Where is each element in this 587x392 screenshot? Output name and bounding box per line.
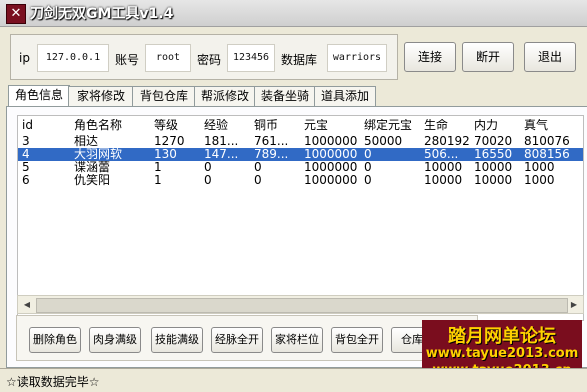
col-hp: 生命	[424, 119, 449, 132]
scroll-right-icon[interactable]: ▶	[567, 298, 581, 311]
account-field[interactable]: root	[145, 44, 191, 72]
col-mp: 内力	[474, 119, 499, 132]
skill-max-level-button[interactable]: 技能满级	[151, 327, 203, 353]
col-exp: 经验	[204, 119, 229, 132]
table-row[interactable]: 6 仇笑阳 1 0 0 1000000 0 10000 10000 1000	[18, 174, 583, 187]
connect-button[interactable]: 连接	[404, 42, 456, 72]
bag-open-button[interactable]: 背包全开	[331, 327, 383, 353]
col-level: 等级	[154, 119, 179, 132]
password-label: 密码	[197, 53, 222, 67]
col-name: 角色名称	[74, 119, 123, 132]
col-qi: 真气	[524, 119, 549, 132]
status-bar: ☆读取数据完毕☆	[0, 368, 587, 392]
title-bar: ✕ 刀剑无双GM工具v1.4	[0, 0, 587, 27]
status-text: ☆读取数据完毕☆	[6, 375, 100, 389]
exit-button[interactable]: 退出	[524, 42, 576, 72]
watermark-title: 踏月网单论坛	[448, 326, 556, 347]
table-row-selected[interactable]: 4 大羽网软 130 147... 789... 1000000 0 506..…	[18, 148, 583, 161]
tab-guild-edit[interactable]: 帮派修改	[194, 86, 256, 106]
password-field[interactable]: 123456	[227, 44, 275, 72]
disconnect-button[interactable]: 断开	[462, 42, 514, 72]
col-copper: 铜币	[254, 119, 279, 132]
database-field[interactable]: warriors	[327, 44, 387, 72]
scroll-left-icon[interactable]: ◀	[20, 298, 34, 311]
body-max-level-button[interactable]: 肉身满级	[89, 327, 141, 353]
col-id: id	[22, 119, 33, 132]
character-table[interactable]: id 角色名称 等级 经验 铜币 元宝 绑定元宝 生命 内力 真气 3 相达 1…	[17, 115, 584, 321]
action-panel: 删除角色 肉身满级 技能满级 经脉全开 家将栏位 背包全开 仓库	[16, 315, 478, 361]
table-row[interactable]: 3 相达 1270 181... 761... 1000000 50000 28…	[18, 135, 583, 148]
tab-retainer-edit[interactable]: 家将修改	[68, 86, 134, 106]
app-icon: ✕	[6, 4, 26, 24]
tab-item-add[interactable]: 道具添加	[314, 86, 376, 106]
meridian-open-button[interactable]: 经脉全开	[211, 327, 263, 353]
col-bound-ingot: 绑定元宝	[364, 119, 413, 132]
delete-character-button[interactable]: 删除角色	[29, 327, 81, 353]
col-ingot: 元宝	[304, 119, 329, 132]
database-label: 数据库	[281, 53, 318, 67]
horizontal-scrollbar[interactable]: ◀ ▶	[17, 295, 584, 314]
scrollbar-thumb[interactable]	[36, 298, 568, 313]
tab-bag-warehouse[interactable]: 背包仓库	[132, 86, 196, 106]
window-title: 刀剑无双GM工具v1.4	[30, 6, 174, 22]
ip-label: ip	[19, 51, 30, 65]
retainer-slot-button[interactable]: 家将栏位	[271, 327, 323, 353]
ip-field[interactable]: 127.0.0.1	[37, 44, 109, 72]
tab-equipment-mount[interactable]: 装备坐骑	[254, 86, 316, 106]
connection-panel: ip 127.0.0.1 账号 root 密码 123456 数据库 warri…	[10, 34, 398, 80]
table-row[interactable]: 5 谍涵蕾 1 0 0 1000000 0 10000 10000 1000	[18, 161, 583, 174]
account-label: 账号	[115, 53, 140, 67]
tab-character-info[interactable]: 角色信息	[8, 85, 70, 107]
watermark-url-com: www.tayue2013.com	[425, 346, 579, 361]
